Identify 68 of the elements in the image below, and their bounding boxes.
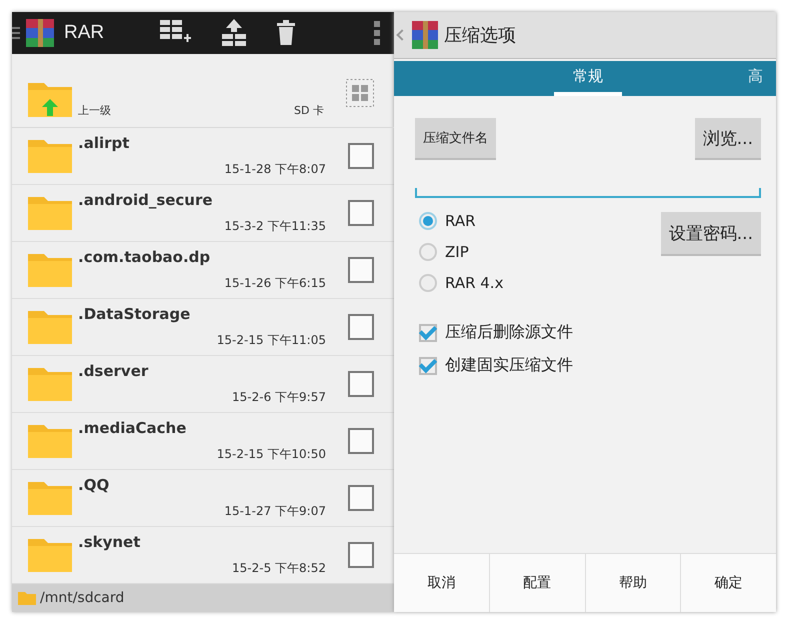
checkbox[interactable] [348, 314, 374, 340]
archive-name-field[interactable] [415, 188, 761, 198]
archive-name-button[interactable]: 压缩文件名 [415, 118, 496, 160]
folder-icon [28, 537, 72, 573]
file-date: 15-1-27 下午9:07 [224, 503, 326, 520]
format-label: RAR [445, 212, 476, 230]
storage-label: SD 卡 [294, 103, 324, 118]
folder-icon [28, 138, 72, 174]
parent-folder-label: 上一级 [78, 103, 111, 118]
checkbox[interactable] [348, 485, 374, 511]
checkbox[interactable] [419, 324, 437, 342]
file-name: .android_secure [78, 191, 213, 209]
format-label: ZIP [445, 243, 469, 261]
file-date: 15-2-15 下午10:50 [216, 446, 326, 463]
checkbox[interactable] [348, 200, 374, 226]
folder-icon [28, 252, 72, 288]
folder-icon [28, 309, 72, 345]
file-name: .dserver [78, 362, 148, 380]
extract-icon[interactable] [220, 18, 248, 48]
folder-icon [28, 366, 72, 402]
format-label: RAR 4.x [445, 274, 504, 292]
file-date: 15-1-26 下午6:15 [224, 275, 326, 292]
checkbox[interactable] [348, 428, 374, 454]
radio-button[interactable] [419, 243, 437, 261]
file-name: .skynet [78, 533, 140, 551]
checkbox[interactable] [348, 371, 374, 397]
overflow-menu-icon[interactable] [374, 21, 380, 45]
tab[interactable]: 高 [748, 61, 776, 96]
tab[interactable]: 常规 [554, 61, 622, 96]
folder-icon [28, 195, 72, 231]
file-date: 15-2-15 下午11:05 [216, 332, 326, 349]
radio-button[interactable] [419, 212, 437, 230]
books-icon [412, 21, 438, 49]
file-row[interactable]: .dserver 15-2-6 下午9:57 [12, 356, 394, 413]
trash-icon[interactable] [276, 20, 296, 46]
file-row[interactable]: .android_secure 15-3-2 下午11:35 [12, 185, 394, 242]
file-row[interactable]: .com.taobao.dp 15-1-26 下午6:15 [12, 242, 394, 299]
app-title: RAR [64, 22, 106, 44]
checkbox[interactable] [419, 356, 437, 374]
grid-view-icon[interactable] [346, 78, 374, 106]
set-password-button[interactable]: 设置密码... [660, 212, 761, 256]
path-text: /mnt/sdcard [40, 590, 124, 606]
file-name: .DataStorage [78, 305, 190, 323]
checkbox[interactable] [348, 257, 374, 283]
file-row[interactable]: .DataStorage 15-2-15 下午11:05 [12, 299, 394, 356]
option-label: 创建固实压缩文件 [445, 355, 573, 376]
file-row[interactable]: .QQ 15-1-27 下午9:07 [12, 470, 394, 527]
radio-button[interactable] [419, 274, 437, 292]
file-date: 15-3-2 下午11:35 [224, 218, 326, 235]
books-icon [26, 19, 54, 47]
file-row[interactable]: .alirpt 15-1-28 下午8:07 [12, 128, 394, 185]
dialog-title: 压缩选项 [444, 24, 516, 47]
file-name: .mediaCache [78, 419, 186, 437]
folder-icon [28, 480, 72, 516]
file-date: 15-2-6 下午9:57 [232, 389, 326, 406]
file-name: .alirpt [78, 134, 130, 152]
file-name: .com.taobao.dp [78, 248, 210, 266]
file-row[interactable]: .mediaCache 15-2-15 下午10:50 [12, 413, 394, 470]
folder-icon [28, 423, 72, 459]
browse-button[interactable]: 浏览... [694, 118, 761, 160]
file-date: 15-1-28 下午8:07 [224, 161, 326, 178]
file-name: .QQ [78, 476, 110, 494]
checkbox[interactable] [348, 542, 374, 568]
checkbox[interactable] [348, 143, 374, 169]
option-label: 压缩后删除源文件 [445, 322, 573, 343]
menu-icon[interactable] [12, 27, 20, 39]
file-date: 15-2-5 下午8:52 [232, 560, 326, 577]
folder-icon [18, 591, 36, 605]
